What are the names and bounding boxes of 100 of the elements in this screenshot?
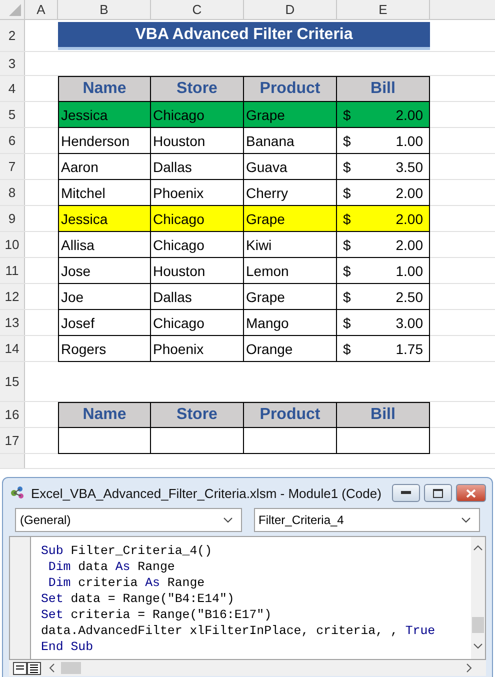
column-heading: Name [58, 76, 151, 102]
maximize-icon [433, 488, 443, 498]
row-header[interactable]: 8 [0, 180, 25, 205]
code-line: End Sub [41, 639, 94, 655]
bill-amount: 3.00 [396, 314, 423, 330]
currency-symbol: $ [343, 314, 351, 330]
scroll-thumb[interactable] [472, 617, 484, 633]
criteria-cell[interactable] [244, 428, 337, 454]
vertical-scrollbar[interactable] [471, 537, 485, 659]
table-cell: Mitchel [58, 180, 151, 206]
code-line: Dim criteria As Range [47, 575, 206, 591]
currency-symbol: $ [343, 132, 351, 148]
row-header[interactable]: 2 [0, 20, 25, 51]
criteria-cell[interactable] [58, 428, 151, 454]
row-header[interactable]: 6 [0, 128, 25, 153]
column-heading: Product [244, 76, 337, 102]
table-cell: Kiwi [244, 232, 337, 258]
scroll-down-icon[interactable] [473, 643, 483, 649]
table-cell: Jessica [58, 102, 151, 128]
chevron-down-icon [461, 517, 471, 523]
code-line: Dim data As Range [47, 559, 176, 575]
table-cell: Lemon [244, 258, 337, 284]
table-cell: Josef [58, 310, 151, 336]
column-header[interactable]: E [337, 0, 430, 19]
procedure-dropdown[interactable]: Filter_Criteria_4 [254, 508, 480, 532]
table-cell: Chicago [151, 206, 244, 232]
table-cell: Dallas [151, 284, 244, 310]
column-header[interactable]: A [25, 0, 58, 19]
table-cell: Chicago [151, 232, 244, 258]
scroll-up-icon[interactable] [473, 545, 483, 551]
minimize-icon [401, 491, 411, 495]
currency-symbol: $ [343, 210, 351, 226]
column-heading: Name [58, 402, 151, 428]
bill-amount: 2.00 [396, 210, 423, 226]
procedure-view-icon[interactable] [13, 662, 27, 674]
table-cell: Rogers [58, 336, 151, 362]
column-heading: Bill [337, 76, 430, 102]
code-line: Sub Filter_Criteria_4() [41, 543, 214, 559]
row-header[interactable]: 15 [0, 362, 25, 401]
currency-symbol: $ [343, 340, 351, 356]
scroll-right-icon[interactable] [466, 663, 472, 673]
criteria-cell[interactable] [337, 428, 430, 454]
table-cell: Dallas [151, 154, 244, 180]
table-cell: Allisa [58, 232, 151, 258]
code-line: Set criteria = Range("B16:E17") [41, 607, 273, 623]
row-header[interactable]: 4 [0, 76, 25, 101]
table-cell: Chicago [151, 102, 244, 128]
row-header[interactable]: 11 [0, 258, 25, 283]
column-header[interactable]: B [58, 0, 151, 19]
row-header[interactable]: 5 [0, 102, 25, 127]
currency-symbol: $ [343, 184, 351, 200]
bill-amount: 2.00 [396, 236, 423, 252]
currency-symbol: $ [343, 158, 351, 174]
column-header[interactable]: C [151, 0, 244, 19]
row-header[interactable]: 7 [0, 154, 25, 179]
table-cell: Grape [244, 206, 337, 232]
table-cell: Mango [244, 310, 337, 336]
bill-amount: 1.00 [396, 132, 423, 148]
currency-symbol: $ [343, 106, 351, 122]
code-line: data.AdvancedFilter xlFilterInPlace, criteria, , True [41, 623, 436, 639]
column-heading: Product [244, 402, 337, 428]
criteria-cell[interactable] [151, 428, 244, 454]
code-line: Set data = Range("B4:E14") [41, 591, 236, 607]
row-header[interactable]: 9 [0, 206, 25, 231]
bill-amount: 2.00 [396, 106, 423, 122]
table-cell: Houston [151, 128, 244, 154]
close-button[interactable] [456, 484, 486, 502]
chevron-down-icon [222, 517, 232, 523]
table-cell: Banana [244, 128, 337, 154]
table-cell: Aaron [58, 154, 151, 180]
currency-symbol: $ [343, 288, 351, 304]
full-module-view-icon[interactable] [27, 662, 41, 674]
row-header[interactable]: 16 [0, 402, 25, 427]
table-cell: Jose [58, 258, 151, 284]
object-dropdown[interactable]: (General) [15, 508, 242, 532]
table-cell: Phoenix [151, 336, 244, 362]
column-heading: Bill [337, 402, 430, 428]
table-cell: Grape [244, 284, 337, 310]
bill-amount: 1.00 [396, 262, 423, 278]
minimize-button[interactable] [392, 484, 420, 502]
table-cell: Henderson [58, 128, 151, 154]
table-cell: Chicago [151, 310, 244, 336]
bill-amount: 2.00 [396, 184, 423, 200]
row-header[interactable]: 17 [0, 428, 25, 453]
bill-amount: 2.50 [396, 288, 423, 304]
column-heading: Store [151, 76, 244, 102]
row-header[interactable]: 12 [0, 284, 25, 309]
sheet-title: VBA Advanced Filter Criteria [58, 22, 430, 50]
maximize-button[interactable] [424, 484, 452, 502]
row-header[interactable]: 10 [0, 232, 25, 257]
table-cell: Jessica [58, 206, 151, 232]
currency-symbol: $ [343, 262, 351, 278]
column-heading: Store [151, 402, 244, 428]
column-header[interactable]: D [244, 0, 337, 19]
row-header[interactable]: 14 [0, 336, 25, 361]
table-cell: Guava [244, 154, 337, 180]
scroll-thumb[interactable] [61, 662, 81, 674]
scroll-left-icon[interactable] [49, 663, 55, 673]
row-header[interactable]: 3 [0, 52, 25, 75]
row-header[interactable]: 13 [0, 310, 25, 335]
